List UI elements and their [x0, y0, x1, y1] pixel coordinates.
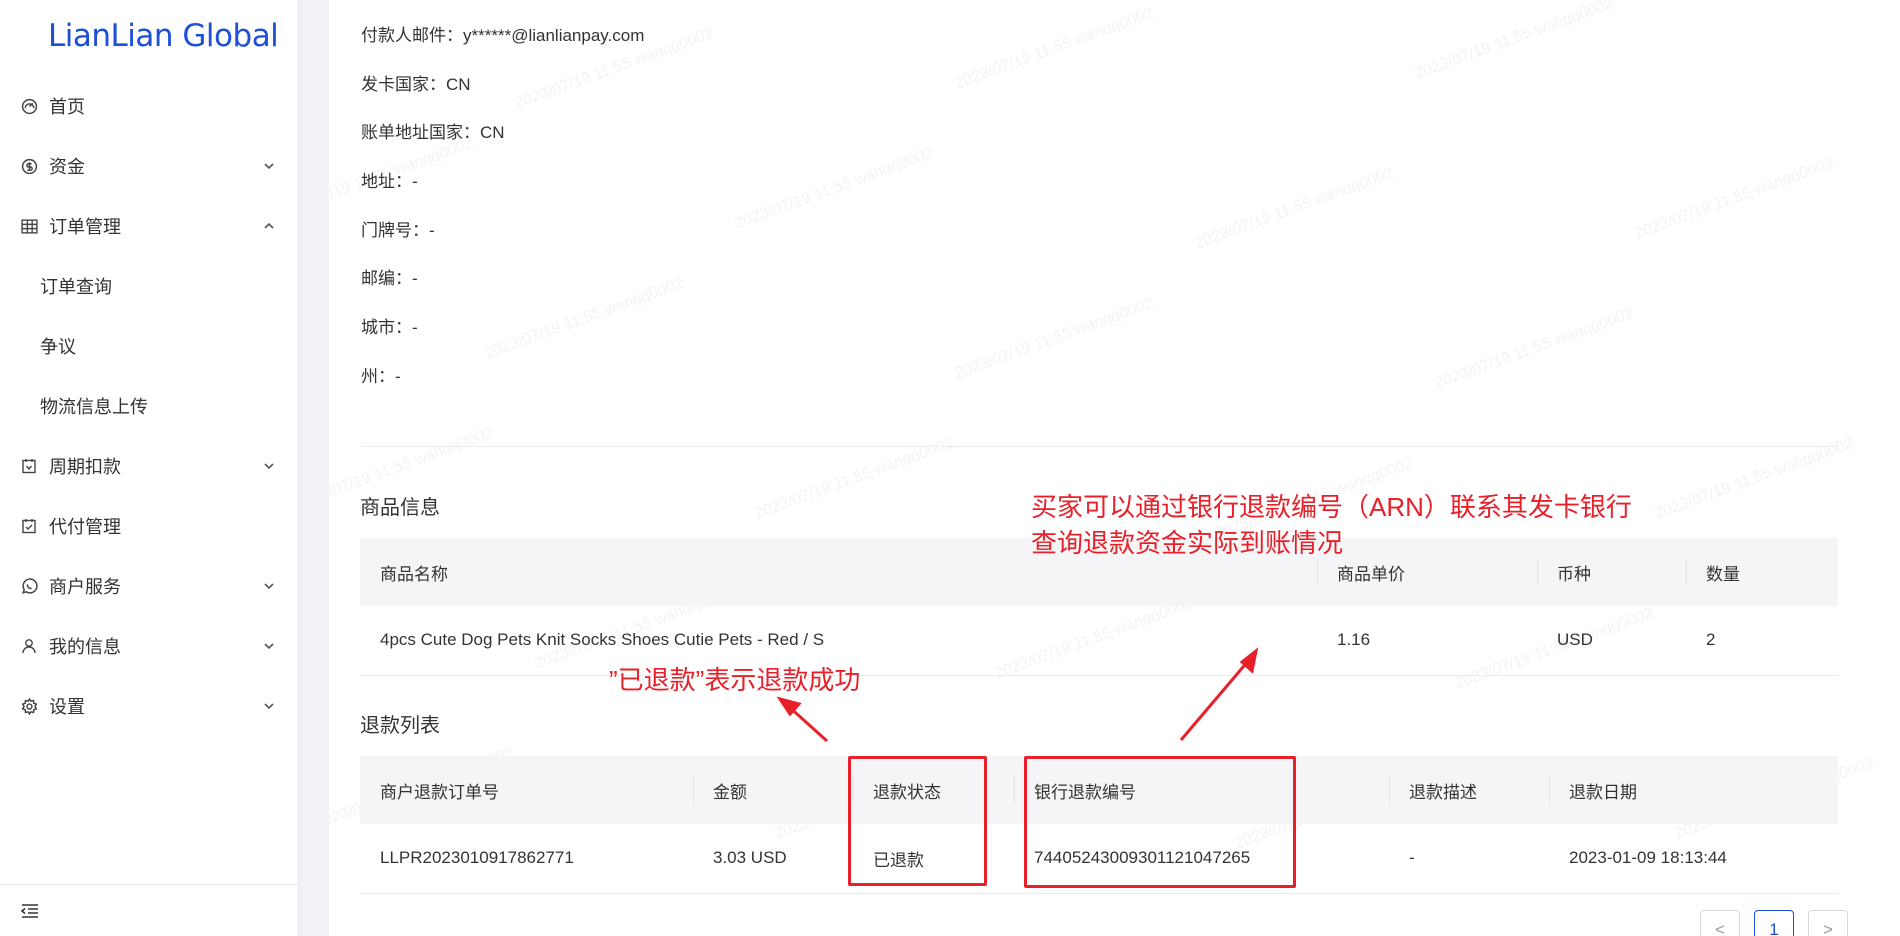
calendar-icon: [20, 457, 38, 475]
dashboard-icon: [20, 97, 38, 115]
chevron-down-icon: [264, 643, 274, 650]
sidebar-menu: 首页 资金 订单管理 订单查询 争议 物流信息上传 周期扣款 代付管理 商户服务…: [0, 76, 298, 736]
calendar-check-icon: [20, 517, 38, 535]
gear-icon: [20, 697, 38, 715]
sidebar-item-label: 我的信息: [49, 637, 121, 657]
table-icon: [20, 217, 38, 235]
user-icon: [20, 637, 38, 655]
app-logo[interactable]: LianLian Global: [48, 18, 279, 54]
arn-annotation-line1: 买家可以通过银行退款编号（ARN）联系其发卡银行: [1031, 492, 1632, 522]
status-annotation: ”已退款”表示退款成功: [609, 665, 861, 695]
sidebar-item-recurring[interactable]: 周期扣款: [0, 436, 298, 496]
chevron-down-icon: [264, 703, 274, 710]
sidebar-item-funds[interactable]: 资金: [0, 136, 298, 196]
sidebar-item-home[interactable]: 首页: [0, 76, 298, 136]
sidebar-item-merchant-service[interactable]: 商户服务: [0, 556, 298, 616]
sidebar-item-order-query[interactable]: 订单查询: [0, 256, 298, 316]
sidebar-collapse-bar: [0, 884, 298, 936]
sidebar-item-disputes[interactable]: 争议: [0, 316, 298, 376]
chevron-down-icon: [264, 463, 274, 470]
sidebar-item-label: 资金: [49, 157, 85, 177]
dollar-icon: [20, 157, 38, 175]
sidebar-item-payouts[interactable]: 代付管理: [0, 496, 298, 556]
sidebar-item-label: 争议: [40, 337, 76, 357]
sidebar-item-label: 订单管理: [49, 217, 121, 237]
sidebar: LianLian Global 首页 资金 订单管理 订单查询 争议 物流信息上…: [0, 0, 299, 936]
sidebar-item-label: 设置: [49, 697, 85, 717]
sidebar-item-settings[interactable]: 设置: [0, 676, 298, 736]
sidebar-item-logistics-upload[interactable]: 物流信息上传: [0, 376, 298, 436]
annotation-arrows: [776, 647, 1259, 743]
sidebar-item-label: 商户服务: [49, 577, 121, 597]
chevron-up-icon: [264, 222, 274, 229]
page-1-button[interactable]: 1: [1754, 910, 1794, 936]
sidebar-item-label: 订单查询: [40, 277, 112, 297]
next-page-button[interactable]: >: [1808, 910, 1848, 936]
sidebar-item-label: 首页: [49, 97, 85, 117]
whatsapp-icon: [20, 577, 38, 595]
sidebar-item-orders[interactable]: 订单管理: [0, 196, 298, 256]
sidebar-item-label: 周期扣款: [49, 457, 121, 477]
pagination: < 1 >: [1700, 910, 1848, 936]
chevron-down-icon: [264, 583, 274, 590]
chevron-down-icon: [264, 163, 274, 170]
arn-annotation-line2: 查询退款资金实际到账情况: [1031, 528, 1344, 558]
sidebar-item-my-info[interactable]: 我的信息: [0, 616, 298, 676]
prev-page-button[interactable]: <: [1700, 910, 1740, 936]
sidebar-item-label: 物流信息上传: [40, 397, 148, 417]
collapse-menu-icon[interactable]: [20, 903, 40, 919]
sidebar-item-label: 代付管理: [49, 517, 121, 537]
main-content: 2023/07/19 11:55 wanqq0002 2023/07/19 11…: [329, 0, 1900, 936]
